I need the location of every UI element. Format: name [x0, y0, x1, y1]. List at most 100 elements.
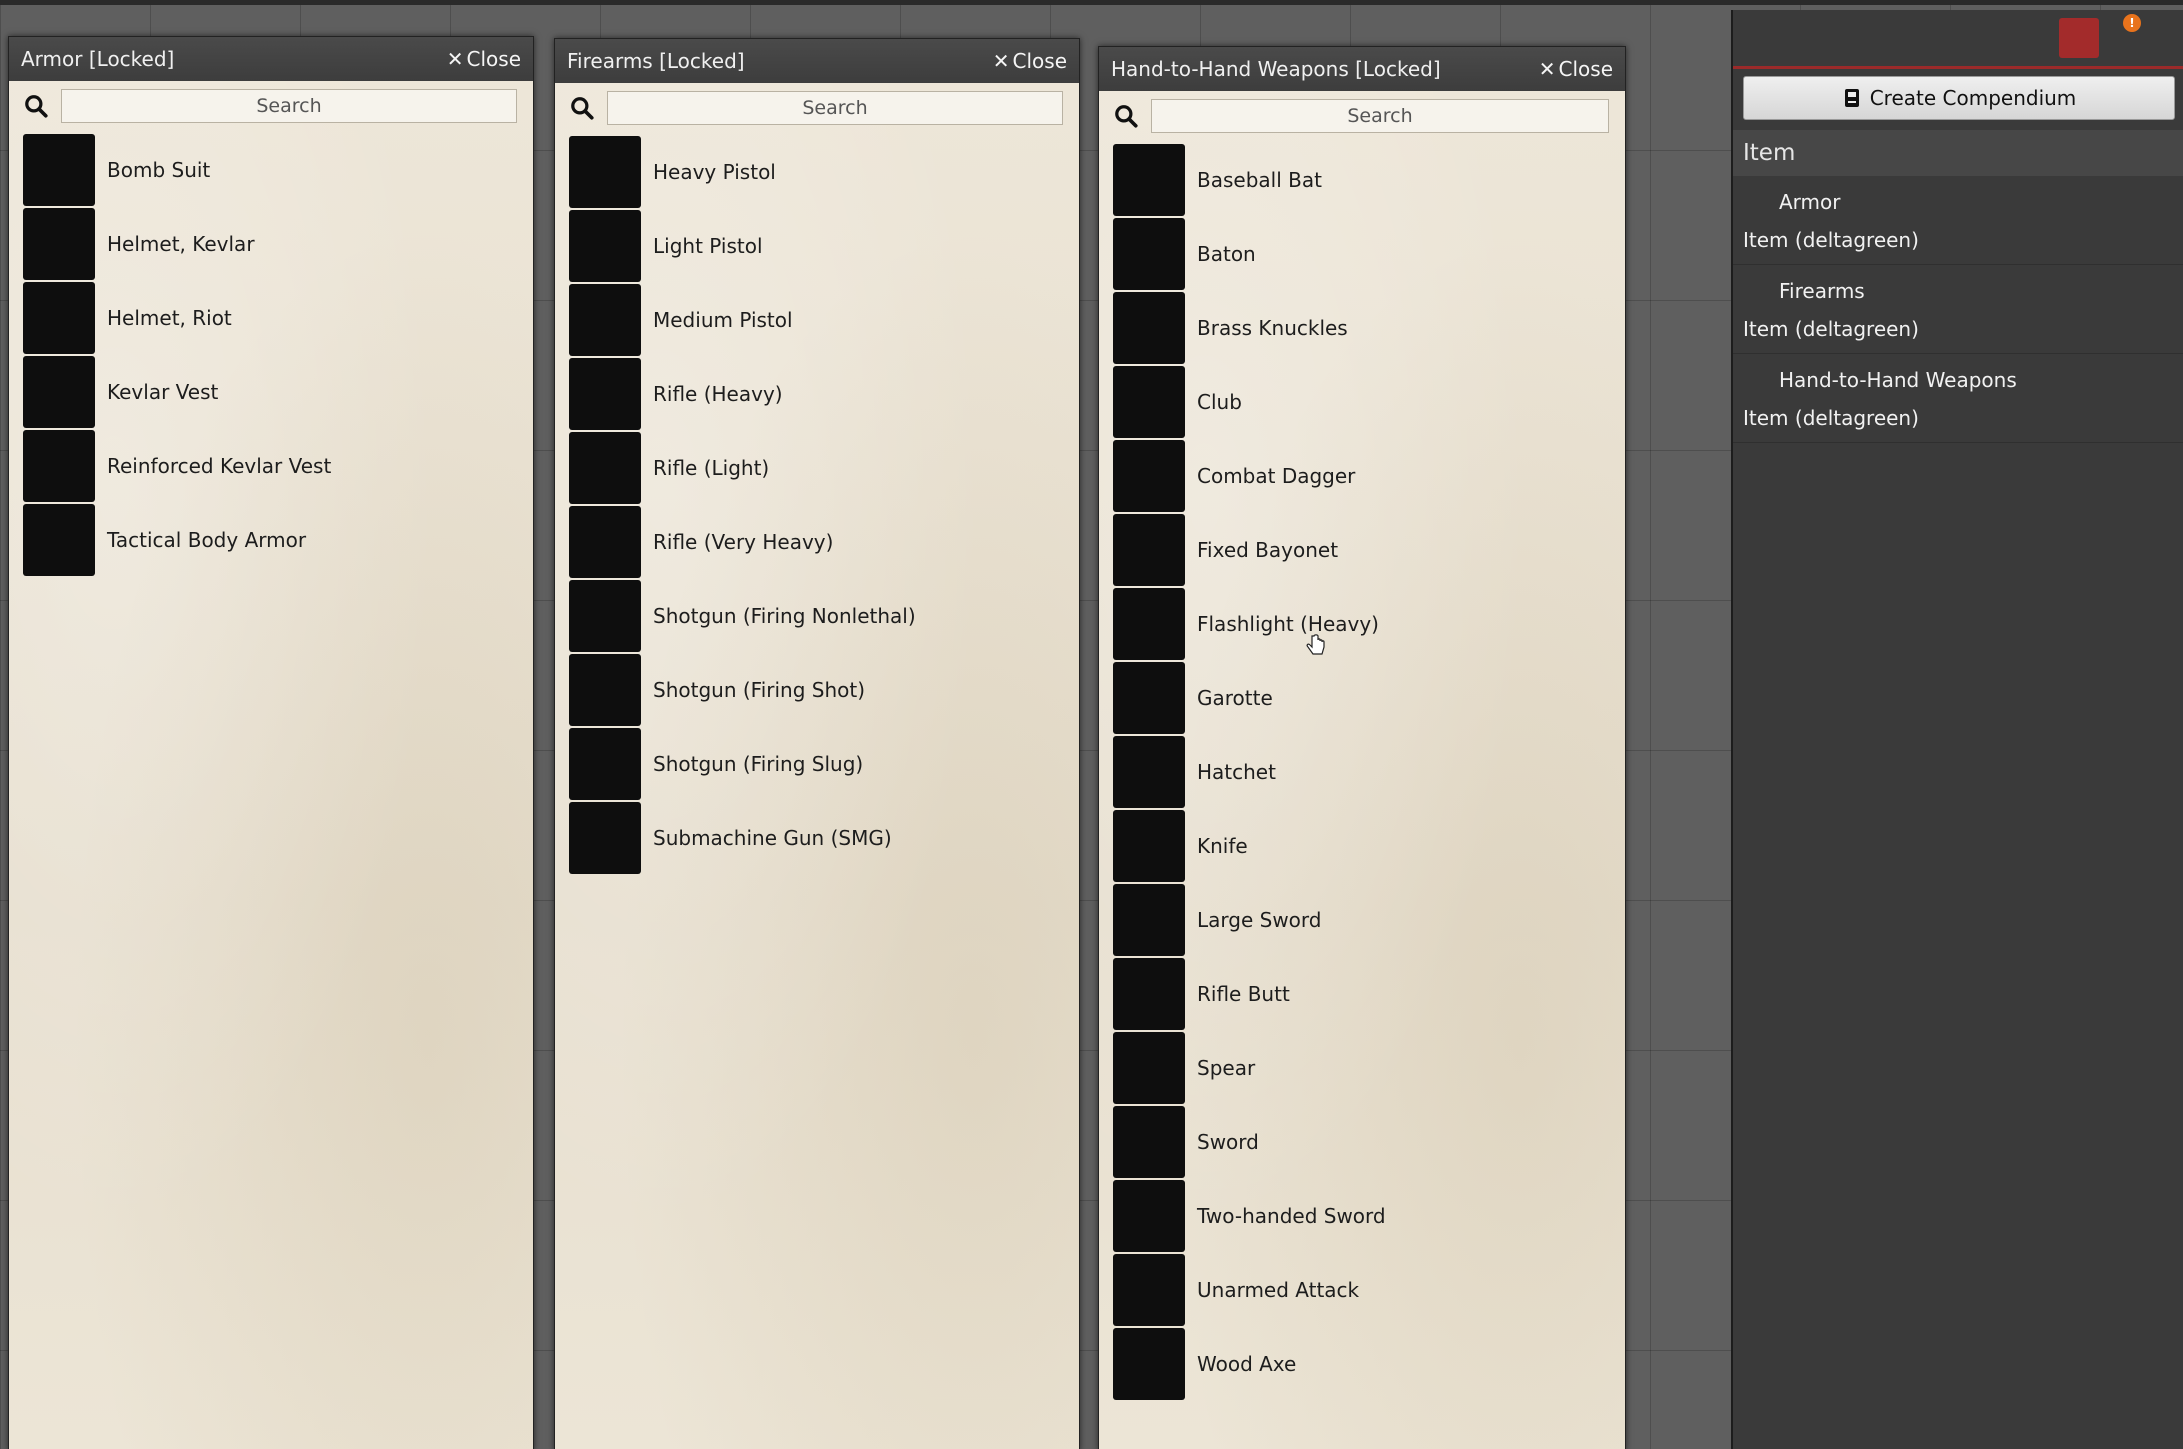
close-button[interactable]: ✕ Close: [447, 37, 521, 81]
item-label: Heavy Pistol: [653, 160, 776, 184]
list-item[interactable]: Helmet, Riot: [9, 281, 533, 355]
map-tab[interactable]: [1819, 18, 1859, 58]
list-item[interactable]: Heavy Pistol: [555, 135, 1079, 209]
journal-tab[interactable]: [1939, 18, 1979, 58]
list-item[interactable]: Rifle Butt: [1099, 957, 1625, 1031]
search-icon: [1115, 105, 1138, 128]
search-input[interactable]: [1151, 99, 1609, 133]
item-thumbnail: [1113, 1106, 1185, 1178]
item-thumbnail: [1113, 1328, 1185, 1400]
close-icon: ✕: [1538, 57, 1556, 81]
list-item[interactable]: Wood Axe: [1099, 1327, 1625, 1401]
flashlight-icon: [1120, 595, 1178, 653]
list-item[interactable]: Light Pistol: [555, 209, 1079, 283]
list-item[interactable]: Submachine Gun (SMG): [555, 801, 1079, 875]
item-label: Shotgun (Firing Shot): [653, 678, 866, 702]
compendium-pack[interactable]: Hand-to-Hand Weapons Item (deltagreen): [1733, 354, 2183, 443]
list-item[interactable]: Hatchet: [1099, 735, 1625, 809]
top-bar: [0, 0, 2183, 5]
inventory-tab[interactable]: [1899, 18, 1939, 58]
item-label: Baseball Bat: [1197, 168, 1322, 192]
tables-tab[interactable]: [1979, 18, 2019, 58]
hand-icon: [1786, 25, 1812, 51]
list-item[interactable]: Brass Knuckles: [1099, 291, 1625, 365]
item-label: Combat Dagger: [1197, 464, 1356, 488]
helmet-icon: [30, 289, 88, 347]
item-thumbnail: [1113, 366, 1185, 438]
characters-tab[interactable]: [1859, 18, 1899, 58]
settings-tab[interactable]: !: [2099, 14, 2141, 58]
create-compendium-button[interactable]: Create Compendium: [1743, 76, 2175, 120]
list-item[interactable]: Shotgun (Firing Shot): [555, 653, 1079, 727]
compendium-pack[interactable]: Armor Item (deltagreen): [1733, 176, 2183, 265]
item-thumbnail: [1113, 884, 1185, 956]
list-item[interactable]: Shotgun (Firing Slug): [555, 727, 1079, 801]
window-title-bar[interactable]: Firearms [Locked] ✕ Close: [555, 39, 1079, 83]
compendium-pack-list: Armor Item (deltagreen) Firearms Item (delt…: [1733, 176, 2183, 443]
chat-tab[interactable]: [1739, 18, 1779, 58]
list-item[interactable]: Spear: [1099, 1031, 1625, 1105]
music-tab[interactable]: [2019, 18, 2059, 58]
item-label: Rifle Butt: [1197, 982, 1290, 1006]
art-tab[interactable]: [1779, 18, 1819, 58]
item-thumbnail: [1113, 810, 1185, 882]
close-button[interactable]: ✕ Close: [1539, 47, 1613, 91]
item-thumbnail: [1113, 1180, 1185, 1252]
club-icon: [1120, 373, 1178, 431]
list-item[interactable]: Shotgun (Firing Nonlethal): [555, 579, 1079, 653]
close-button[interactable]: ✕ Close: [993, 39, 1067, 83]
compendium-tab[interactable]: [2059, 18, 2099, 58]
list-item[interactable]: Fixed Bayonet: [1099, 513, 1625, 587]
window-title-bar[interactable]: Hand-to-Hand Weapons [Locked] ✕ Close: [1099, 47, 1625, 91]
lock-icon[interactable]: [2153, 386, 2173, 410]
search-row: [9, 81, 533, 133]
list-item[interactable]: Reinforced Kevlar Vest: [9, 429, 533, 503]
list-item[interactable]: Rifle (Very Heavy): [555, 505, 1079, 579]
armor-compendium-window: Armor [Locked] ✕Close Bomb Suit Helmet, K…: [8, 36, 534, 1449]
item-label: Tactical Body Armor: [107, 528, 307, 552]
list-item[interactable]: Helmet, Kevlar: [9, 207, 533, 281]
compendium-pack[interactable]: Firearms Item (deltagreen): [1733, 265, 2183, 354]
item-list: Heavy Pistol Light Pistol Medium Pistol Rif…: [555, 135, 1079, 875]
list-item[interactable]: Rifle (Heavy): [555, 357, 1079, 431]
firearms-compendium-window: Firearms [Locked] ✕Close Heavy Pistol Lig…: [554, 38, 1080, 1449]
list-item[interactable]: Club: [1099, 365, 1625, 439]
pack-name: Firearms: [1779, 279, 1865, 303]
item-label: Large Sword: [1197, 908, 1322, 932]
list-item[interactable]: Medium Pistol: [555, 283, 1079, 357]
list-item[interactable]: Sword: [1099, 1105, 1625, 1179]
list-item[interactable]: Tactical Body Armor: [9, 503, 533, 577]
lock-icon[interactable]: [2153, 208, 2173, 232]
item-thumbnail: [23, 208, 95, 280]
collapse-tab[interactable]: [2139, 18, 2179, 58]
list-item[interactable]: Garotte: [1099, 661, 1625, 735]
window-body: Heavy Pistol Light Pistol Medium Pistol Rif…: [555, 83, 1079, 1449]
item-thumbnail: [569, 136, 641, 208]
list-item[interactable]: Flashlight (Heavy): [1099, 587, 1625, 661]
list-item[interactable]: Combat Dagger: [1099, 439, 1625, 513]
item-list: Baseball Bat Baton Brass Knuckles Club Comba…: [1099, 143, 1625, 1401]
list-item[interactable]: Kevlar Vest: [9, 355, 533, 429]
list-item[interactable]: Bomb Suit: [9, 133, 533, 207]
list-item[interactable]: Knife: [1099, 809, 1625, 883]
list-item[interactable]: Two-handed Sword: [1099, 1179, 1625, 1253]
search-input[interactable]: [607, 91, 1063, 125]
list-item[interactable]: Baton: [1099, 217, 1625, 291]
list-item[interactable]: Baseball Bat: [1099, 143, 1625, 217]
item-thumbnail: [23, 504, 95, 576]
item-thumbnail: [1113, 218, 1185, 290]
table-icon: [1986, 25, 2012, 51]
list-item[interactable]: Unarmed Attack: [1099, 1253, 1625, 1327]
melee-compendium-window: Hand-to-Hand Weapons [Locked] ✕Close Bas…: [1098, 46, 1626, 1449]
bayonet-icon: [1120, 521, 1178, 579]
pistol-icon: [576, 291, 634, 349]
list-item[interactable]: Large Sword: [1099, 883, 1625, 957]
fist-icon: [1120, 1261, 1178, 1319]
assault-rifle-icon: [576, 439, 634, 497]
window-title-bar[interactable]: Armor [Locked] ✕ Close: [9, 37, 533, 81]
lock-icon[interactable]: [2153, 297, 2173, 321]
search-input[interactable]: [61, 89, 517, 123]
garotte-icon: [1120, 669, 1178, 727]
item-label: Brass Knuckles: [1197, 316, 1348, 340]
list-item[interactable]: Rifle (Light): [555, 431, 1079, 505]
